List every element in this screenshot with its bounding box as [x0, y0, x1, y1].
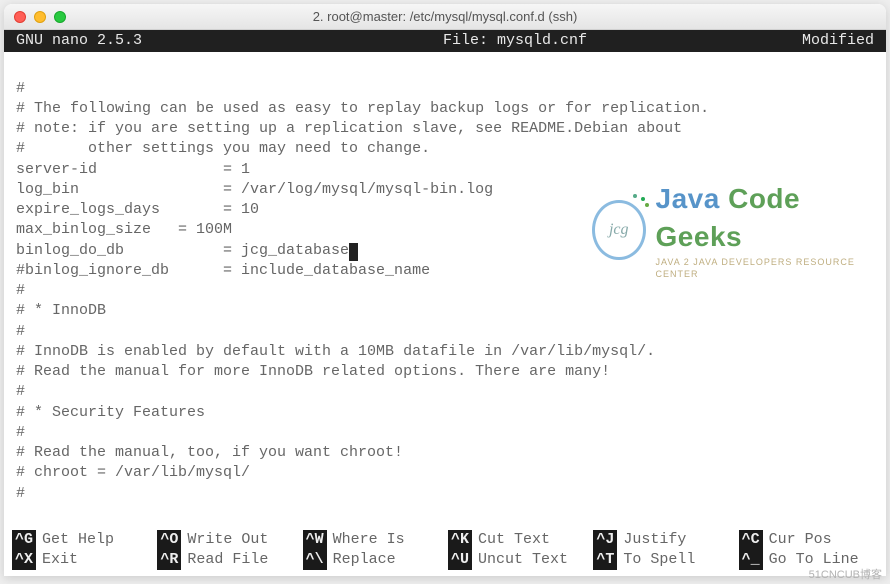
line: # — [16, 485, 25, 502]
kbd-icon: ^C — [739, 530, 763, 550]
line: # Read the manual, too, if you want chro… — [16, 444, 403, 461]
titlebar[interactable]: 2. root@master: /etc/mysql/mysql.conf.d … — [4, 4, 886, 30]
line: # note: if you are setting up a replicat… — [16, 120, 682, 137]
line: server-id = 1 — [16, 161, 250, 178]
kbd-icon: ^T — [593, 550, 617, 570]
terminal[interactable]: GNU nano 2.5.3 File: mysqld.cnf Modified… — [4, 30, 886, 576]
shortcut-whereis[interactable]: ^WWhere Is — [303, 530, 442, 550]
kbd-icon: ^R — [157, 550, 181, 570]
kbd-icon: ^J — [593, 530, 617, 550]
line: # * InnoDB — [16, 302, 106, 319]
editor-content[interactable]: # # The following can be used as easy to… — [4, 52, 886, 527]
line: # Read the manual for more InnoDB relate… — [16, 363, 610, 380]
nano-shortcuts: ^GGet Help ^OWrite Out ^WWhere Is ^KCut … — [4, 528, 886, 577]
window-controls — [14, 11, 66, 23]
shortcut-justify[interactable]: ^JJustify — [593, 530, 732, 550]
nano-header: GNU nano 2.5.3 File: mysqld.cnf Modified — [4, 30, 886, 52]
kbd-icon: ^\ — [303, 550, 327, 570]
window-title: 2. root@master: /etc/mysql/mysql.conf.d … — [4, 9, 886, 24]
shortcut-replace[interactable]: ^\Replace — [303, 550, 442, 570]
shortcut-cut[interactable]: ^KCut Text — [448, 530, 587, 550]
line: #binlog_ignore_db = include_database_nam… — [16, 262, 430, 279]
line: # The following can be used as easy to r… — [16, 100, 709, 117]
window-frame: 2. root@master: /etc/mysql/mysql.conf.d … — [4, 4, 886, 576]
line: # — [16, 282, 25, 299]
cursor-icon — [349, 243, 358, 261]
kbd-icon: ^U — [448, 550, 472, 570]
line: max_binlog_size = 100M — [16, 221, 232, 238]
line: # — [16, 323, 25, 340]
close-icon[interactable] — [14, 11, 26, 23]
kbd-icon: ^W — [303, 530, 327, 550]
line: expire_logs_days = 10 — [16, 201, 259, 218]
zoom-icon[interactable] — [54, 11, 66, 23]
nano-status: Modified — [754, 31, 874, 51]
line: # — [16, 80, 25, 97]
shortcut-spell[interactable]: ^TTo Spell — [593, 550, 732, 570]
line: # InnoDB is enabled by default with a 10… — [16, 343, 655, 360]
nano-file-label: File: mysqld.cnf — [276, 31, 754, 51]
kbd-icon: ^X — [12, 550, 36, 570]
minimize-icon[interactable] — [34, 11, 46, 23]
line: # — [16, 424, 25, 441]
line: log_bin = /var/log/mysql/mysql-bin.log — [16, 181, 493, 198]
shortcut-exit[interactable]: ^XExit — [12, 550, 151, 570]
line: # — [16, 383, 25, 400]
line: binlog_do_db = jcg_database — [16, 242, 349, 259]
shortcut-uncut[interactable]: ^UUncut Text — [448, 550, 587, 570]
line: # other settings you may need to change. — [16, 140, 430, 157]
kbd-icon: ^O — [157, 530, 181, 550]
nano-version: GNU nano 2.5.3 — [16, 31, 276, 51]
line: # * Security Features — [16, 404, 205, 421]
kbd-icon: ^_ — [739, 550, 763, 570]
line: # chroot = /var/lib/mysql/ — [16, 464, 250, 481]
kbd-icon: ^K — [448, 530, 472, 550]
shortcut-writeout[interactable]: ^OWrite Out — [157, 530, 296, 550]
shortcut-curpos[interactable]: ^CCur Pos — [739, 530, 878, 550]
shortcut-help[interactable]: ^GGet Help — [12, 530, 151, 550]
kbd-icon: ^G — [12, 530, 36, 550]
shortcut-readfile[interactable]: ^RRead File — [157, 550, 296, 570]
